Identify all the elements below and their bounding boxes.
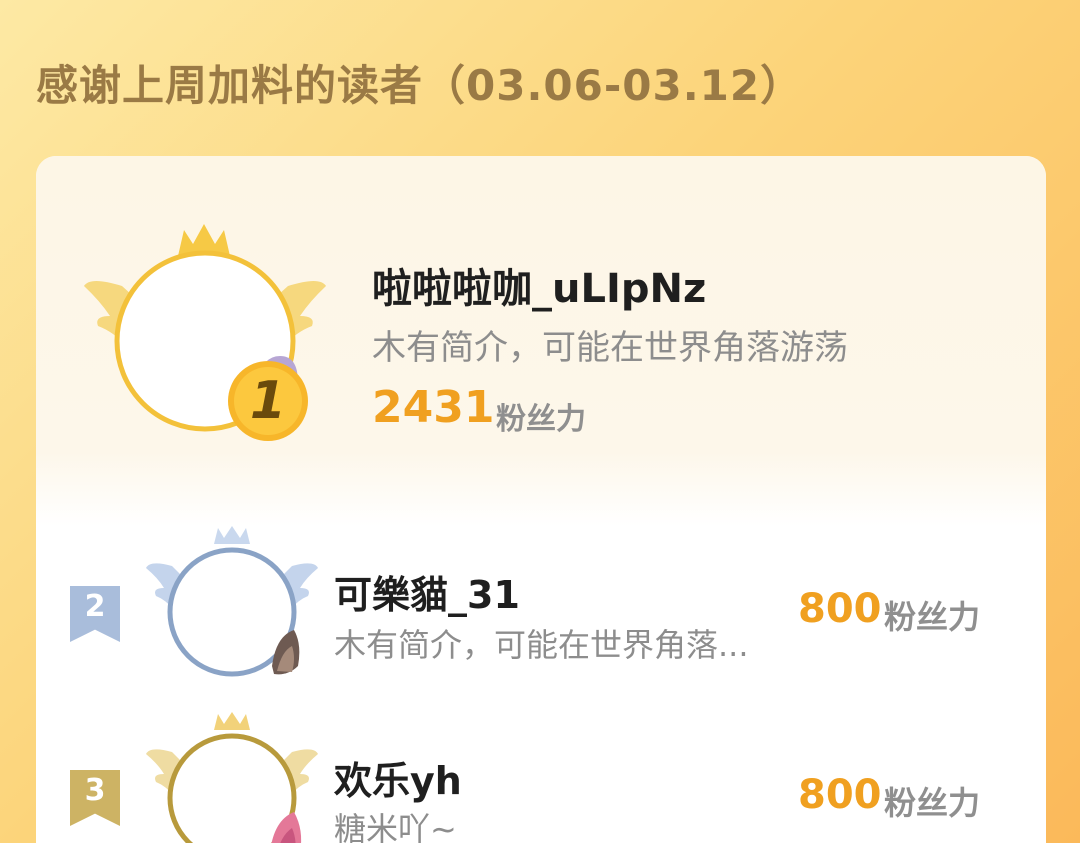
rank-number-3: 3: [84, 773, 106, 808]
points-unit: 粉丝力: [884, 598, 981, 636]
points-value: 800: [798, 586, 882, 632]
list-item-rank-3[interactable]: 3 欢乐yh 糖米吖~ 800 粉丝力: [36, 712, 1046, 843]
rank-badge-2: 2: [70, 586, 120, 642]
list-item-rank-1[interactable]: 1 啦啦啦咖_uLIpNz 木有简介，可能在世界角落游荡 2431 粉丝力: [36, 156, 1046, 516]
rank-number-1: 1: [249, 371, 287, 431]
reader-name[interactable]: 可樂貓_31: [334, 564, 520, 619]
reader-bio: 木有简介，可能在世界角落...: [334, 626, 749, 664]
list-item-rank-2[interactable]: 2 可樂貓_31 木有简介，可能在世界角落... 800 粉丝力: [36, 526, 1046, 696]
avatar-frame-gold[interactable]: 1: [80, 216, 330, 456]
reader-bio: 木有简介，可能在世界角落游荡: [372, 328, 848, 368]
reader-bio: 糖米吖~: [334, 810, 457, 843]
points-unit: 粉丝力: [496, 402, 586, 437]
rank-number-2: 2: [84, 589, 106, 624]
silver-crown-wings-frame-icon: [146, 526, 318, 677]
avatar-frame-silver[interactable]: [142, 526, 322, 686]
avatar-frame-bronze[interactable]: [142, 712, 322, 843]
rank-badge-3: 3: [70, 770, 120, 826]
reader-name[interactable]: 啦啦啦咖_uLIpNz: [372, 256, 706, 314]
ranking-card: 1 啦啦啦咖_uLIpNz 木有简介，可能在世界角落游荡 2431 粉丝力 2 …: [36, 156, 1046, 843]
reader-name[interactable]: 欢乐yh: [334, 750, 462, 805]
points-value: 800: [798, 772, 882, 818]
bronze-crown-wings-frame-icon: [146, 712, 318, 843]
page-title: 感谢上周加料的读者（03.06-03.12）: [36, 61, 804, 110]
points-value: 2431: [372, 382, 495, 433]
points-unit: 粉丝力: [884, 784, 981, 822]
